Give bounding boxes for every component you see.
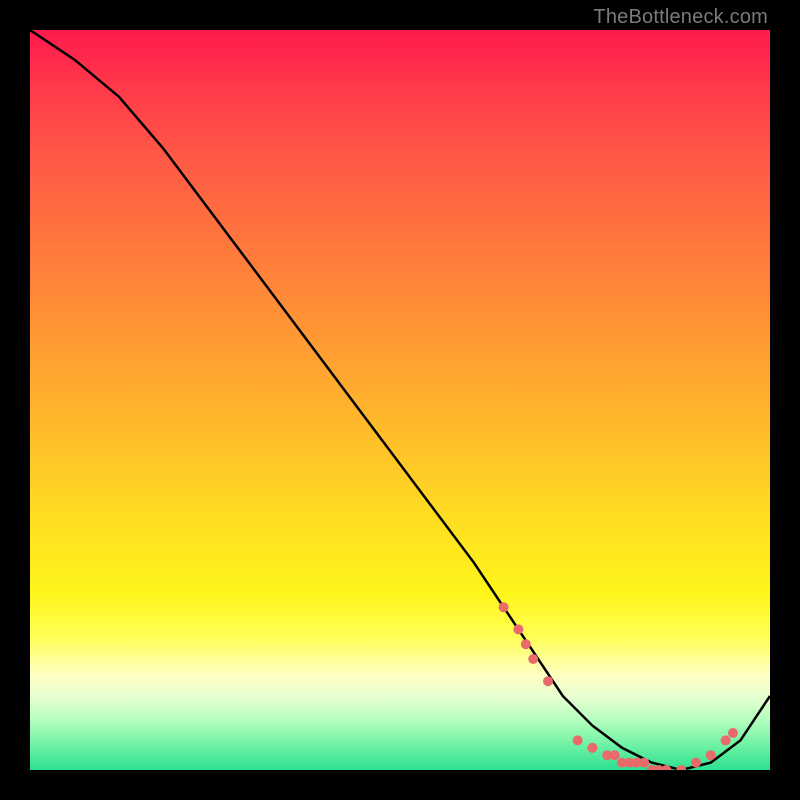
curve-marker <box>728 728 738 738</box>
watermark-text: TheBottleneck.com <box>593 6 768 29</box>
curve-marker <box>587 743 597 753</box>
curve-marker <box>573 735 583 745</box>
curve-marker <box>721 735 731 745</box>
curve-marker <box>499 602 509 612</box>
curve-marker <box>513 624 523 634</box>
curve-marker <box>610 750 620 760</box>
plot-area <box>30 30 770 770</box>
curve-marker <box>528 654 538 664</box>
curve-marker <box>691 758 701 768</box>
chart-container: TheBottleneck.com <box>0 0 800 800</box>
curve-marker <box>706 750 716 760</box>
curve-marker <box>676 765 686 770</box>
curve-marker <box>521 639 531 649</box>
chart-svg <box>30 30 770 770</box>
curve-marker <box>639 758 649 768</box>
curve-marker <box>543 676 553 686</box>
bottleneck-curve <box>30 30 770 770</box>
